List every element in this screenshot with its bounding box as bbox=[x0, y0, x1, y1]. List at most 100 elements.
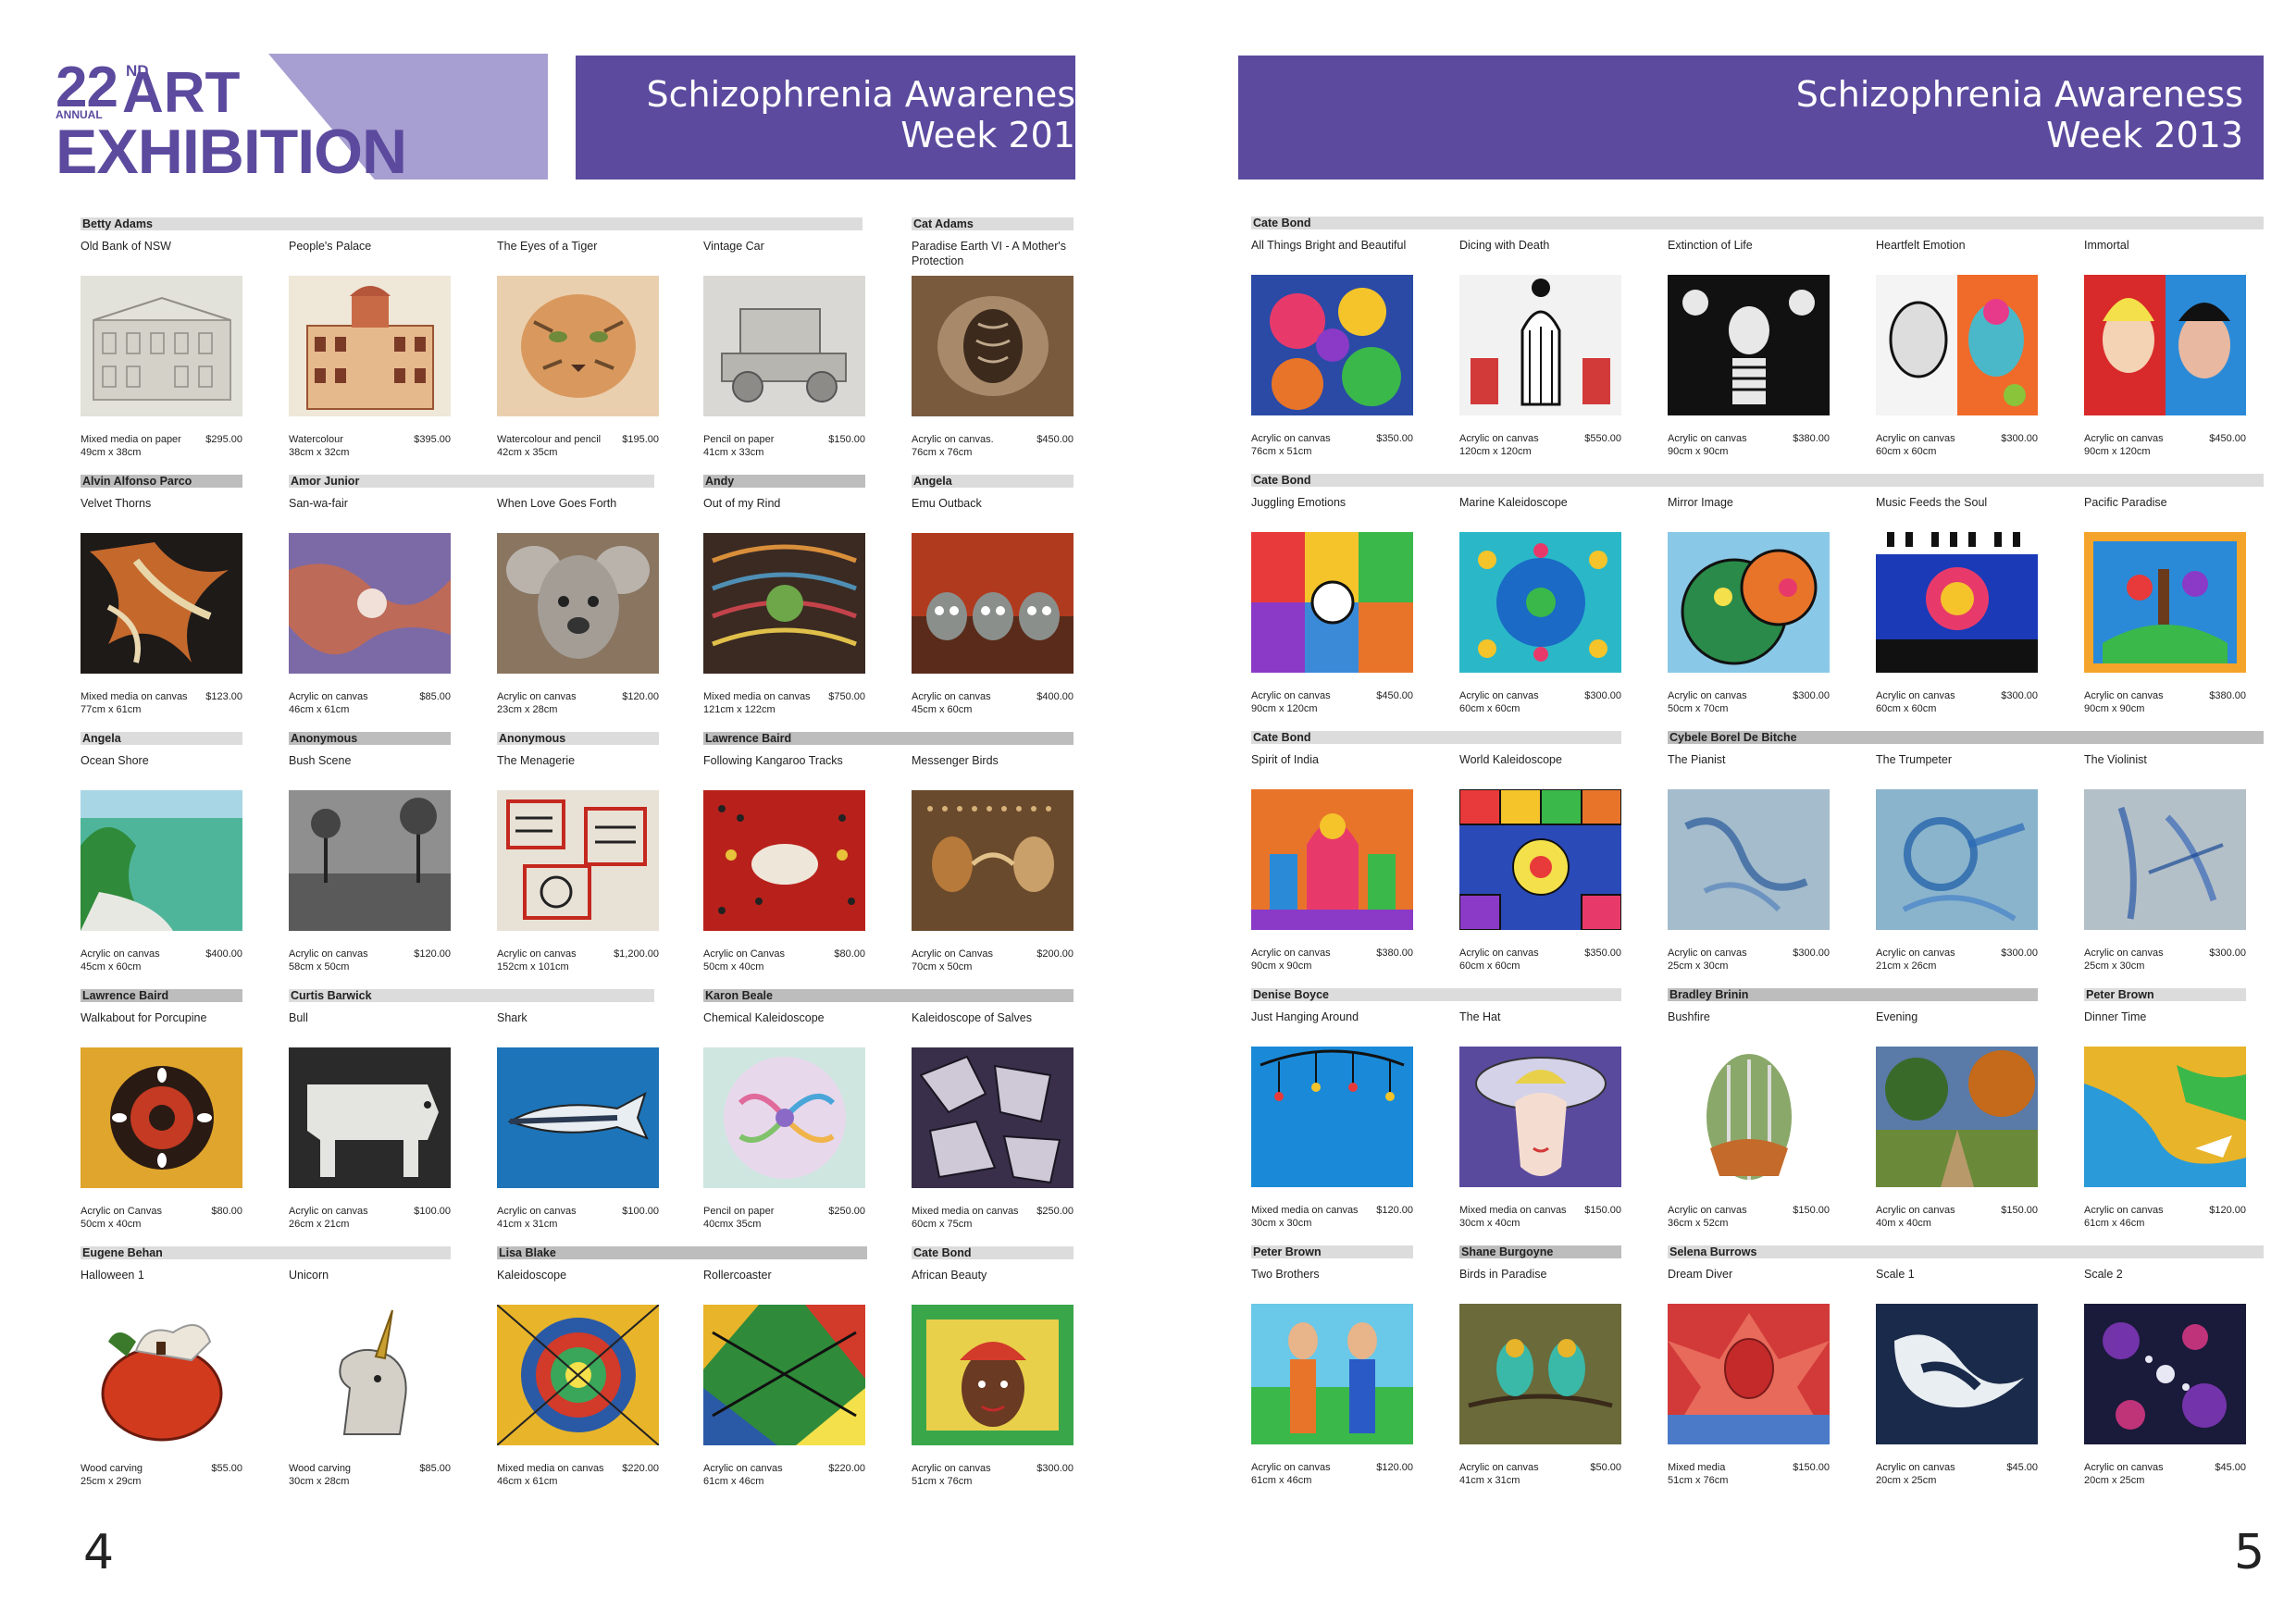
artwork-medium: Acrylic on Canvas bbox=[81, 1206, 163, 1217]
artwork-price: $120.00 bbox=[2209, 1205, 2246, 1216]
artwork-medium: Acrylic on canvas bbox=[2084, 948, 2164, 959]
artwork-medium: Watercolour and pencil bbox=[497, 434, 602, 445]
artwork-image bbox=[289, 533, 451, 674]
artwork-medium: Acrylic on canvas bbox=[1459, 948, 1539, 959]
artwork-card: Juggling Emotions Acrylic on canvas $450… bbox=[1251, 495, 1413, 750]
artwork-image bbox=[703, 533, 865, 674]
artwork-size: 45cm x 60cm bbox=[912, 704, 973, 715]
artwork-image bbox=[1459, 789, 1621, 930]
artwork-size: 76cm x 51cm bbox=[1251, 446, 1312, 457]
artwork-price: $380.00 bbox=[1793, 433, 1830, 444]
artwork-price: $150.00 bbox=[828, 434, 865, 445]
artwork-medium: Mixed media on canvas bbox=[912, 1206, 1019, 1217]
artwork-size: 40m x 40cm bbox=[1876, 1218, 1931, 1229]
artwork-price: $150.00 bbox=[2001, 1205, 2038, 1216]
artwork-image bbox=[1876, 1304, 2038, 1444]
page-number: 4 bbox=[83, 1525, 115, 1580]
artwork-size: 20cm x 25cm bbox=[2084, 1475, 2145, 1486]
artwork-size: 51cm x 76cm bbox=[1668, 1475, 1729, 1486]
artwork-card: People's Palace Watercolour $395.00 38cm… bbox=[289, 239, 451, 493]
artwork-title: Immortal bbox=[2084, 239, 2129, 252]
artwork-price: $220.00 bbox=[622, 1463, 659, 1474]
artwork-image bbox=[912, 276, 1074, 416]
artwork-image bbox=[912, 533, 1074, 674]
logo-art: ART bbox=[122, 61, 241, 125]
artwork-image bbox=[289, 276, 451, 416]
artwork-title: Juggling Emotions bbox=[1251, 496, 1347, 509]
artwork-price: $150.00 bbox=[1584, 1205, 1621, 1216]
artwork-title: Walkabout for Porcupine bbox=[81, 1011, 207, 1024]
artwork-card: Velvet Thorns Mixed media on canvas $123… bbox=[81, 496, 242, 750]
artwork-size: 46cm x 61cm bbox=[289, 704, 350, 715]
artwork-medium: Acrylic on canvas bbox=[2084, 690, 2164, 701]
artwork-image bbox=[81, 790, 242, 931]
artwork-title: Bushfire bbox=[1668, 1010, 1710, 1023]
artwork-card: Dream Diver Mixed media $150.00 51cm x 7… bbox=[1668, 1267, 1830, 1521]
artwork-price: $120.00 bbox=[414, 948, 451, 960]
artwork-title: Velvet Thorns bbox=[81, 497, 152, 510]
artwork-title: Mirror Image bbox=[1668, 496, 1733, 509]
artwork-medium: Acrylic on canvas bbox=[1668, 433, 1747, 444]
artwork-medium: Acrylic on canvas bbox=[1251, 1462, 1331, 1473]
artwork-card: Kaleidoscope of Salves Mixed media on ca… bbox=[912, 1010, 1074, 1265]
artwork-price: $45.00 bbox=[2215, 1462, 2246, 1473]
artwork-price: $200.00 bbox=[1036, 948, 1074, 960]
artwork-card: Paradise Earth VI - A Mother's Protectio… bbox=[912, 239, 1074, 493]
artwork-size: 30cm x 30cm bbox=[1251, 1218, 1312, 1229]
artwork-title: Halloween 1 bbox=[81, 1269, 144, 1282]
banner-title-line1: Schizophrenia Awareness bbox=[1795, 74, 2243, 115]
artwork-image bbox=[912, 790, 1074, 931]
artwork-medium: Pencil on paper bbox=[703, 1206, 775, 1217]
artwork-medium: Acrylic on canvas bbox=[1459, 690, 1539, 701]
artwork-size: 76cm x 76cm bbox=[912, 447, 973, 458]
artwork-title: Kaleidoscope bbox=[497, 1269, 567, 1282]
artwork-image bbox=[703, 790, 865, 931]
banner-title-line1: Schizophrenia Awarenes bbox=[646, 74, 1075, 115]
artwork-card: Bush Scene Acrylic on canvas $120.00 58c… bbox=[289, 753, 451, 1008]
artwork-size: 121cm x 122cm bbox=[703, 704, 776, 715]
artwork-size: 152cm x 101cm bbox=[497, 961, 569, 973]
artwork-image bbox=[1876, 532, 2038, 673]
artwork-title: Evening bbox=[1876, 1010, 1918, 1023]
artwork-size: 77cm x 61cm bbox=[81, 704, 142, 715]
artwork-size: 50cm x 70cm bbox=[1668, 703, 1729, 714]
artwork-medium: Acrylic on canvas bbox=[703, 1463, 783, 1474]
artwork-title: When Love Goes Forth bbox=[497, 497, 617, 510]
artwork-title: The Menagerie bbox=[497, 754, 576, 767]
artwork-card: Shark Acrylic on canvas $100.00 41cm x 3… bbox=[497, 1010, 659, 1265]
artwork-price: $300.00 bbox=[1793, 948, 1830, 959]
artwork-card: Vintage Car Pencil on paper $150.00 41cm… bbox=[703, 239, 865, 493]
artwork-size: 90cm x 120cm bbox=[1251, 703, 1318, 714]
artwork-medium: Acrylic on canvas bbox=[1668, 948, 1747, 959]
artwork-image bbox=[81, 276, 242, 416]
artwork-price: $550.00 bbox=[1584, 433, 1621, 444]
artwork-card: Dicing with Death Acrylic on canvas $550… bbox=[1459, 238, 1621, 492]
artwork-title: Ocean Shore bbox=[81, 754, 149, 767]
artwork-size: 51cm x 76cm bbox=[912, 1476, 973, 1487]
artwork-card: Halloween 1 Wood carving $55.00 25cm x 2… bbox=[81, 1268, 242, 1522]
artwork-image bbox=[289, 1047, 451, 1188]
artwork-image bbox=[497, 1047, 659, 1188]
artwork-medium: Acrylic on canvas bbox=[81, 948, 160, 960]
artwork-title: Pacific Paradise bbox=[2084, 496, 2167, 509]
artwork-title: Scale 2 bbox=[2084, 1268, 2123, 1281]
artwork-image bbox=[703, 276, 865, 416]
artwork-card: Dinner Time Acrylic on canvas $120.00 61… bbox=[2084, 1010, 2246, 1264]
artwork-image bbox=[1251, 789, 1413, 930]
artwork-card: Out of my Rind Mixed media on canvas $75… bbox=[703, 496, 865, 750]
artwork-size: 61cm x 46cm bbox=[703, 1476, 764, 1487]
artwork-title: Emu Outback bbox=[912, 497, 982, 510]
artwork-price: $450.00 bbox=[2209, 433, 2246, 444]
artwork-medium: Acrylic on canvas bbox=[2084, 1462, 2164, 1473]
artwork-title: Heartfelt Emotion bbox=[1876, 239, 1966, 252]
artwork-price: $80.00 bbox=[211, 1206, 242, 1217]
artwork-medium: Wood carving bbox=[81, 1463, 143, 1474]
artwork-card: The Menagerie Acrylic on canvas $1,200.0… bbox=[497, 753, 659, 1008]
artwork-card: Bushfire Acrylic on canvas $150.00 36cm … bbox=[1668, 1010, 1830, 1264]
artwork-image bbox=[1459, 275, 1621, 415]
artwork-size: 90cm x 90cm bbox=[1251, 960, 1312, 972]
artwork-card: Mirror Image Acrylic on canvas $300.00 5… bbox=[1668, 495, 1830, 750]
artwork-price: $85.00 bbox=[419, 691, 451, 702]
artwork-price: $295.00 bbox=[205, 434, 242, 445]
artwork-price: $85.00 bbox=[419, 1463, 451, 1474]
